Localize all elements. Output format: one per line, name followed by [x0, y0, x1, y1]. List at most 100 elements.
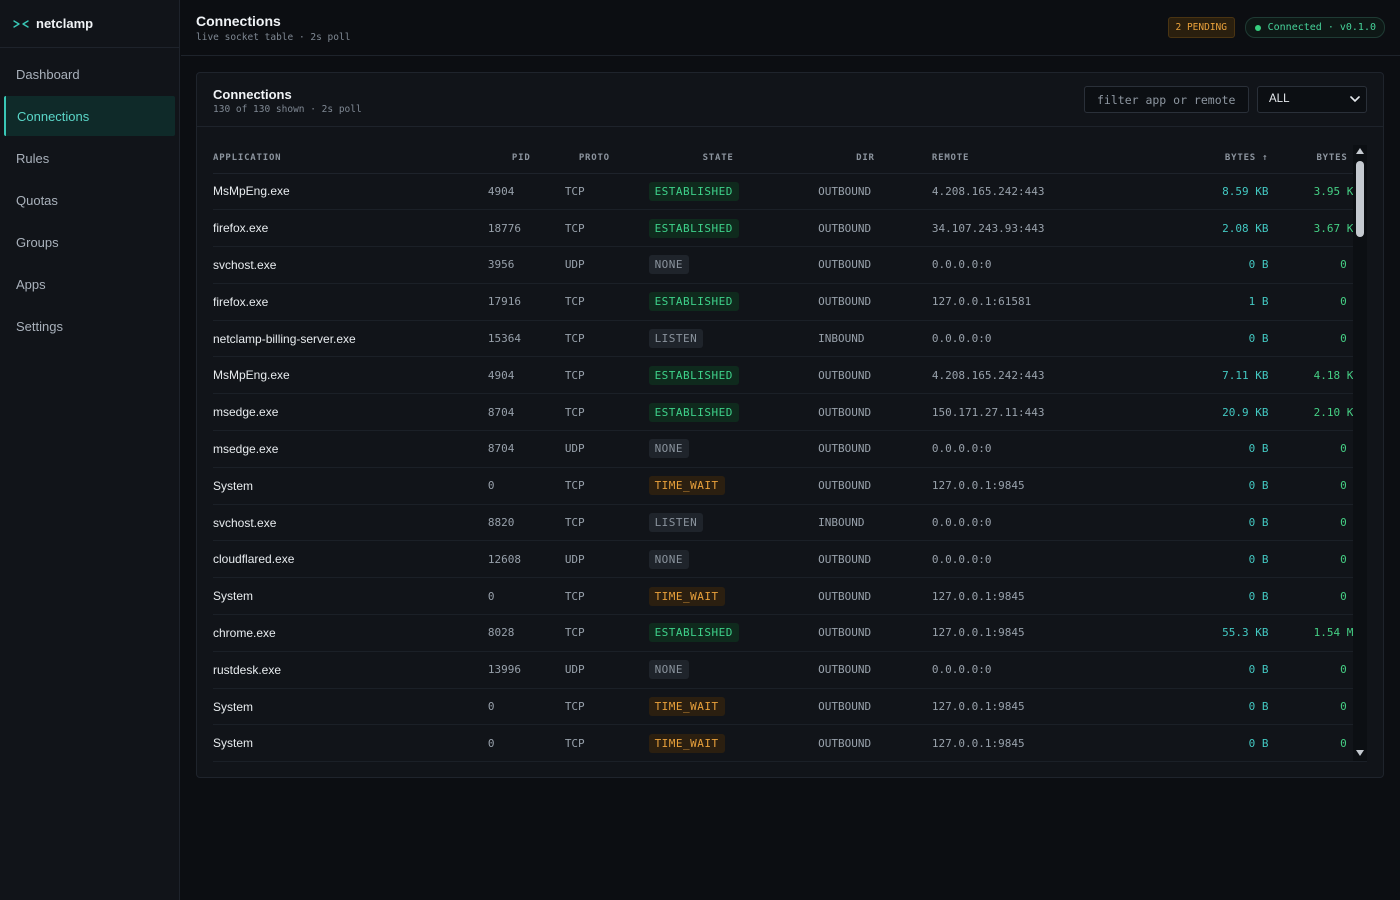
direction-select-value: ALL: [1269, 93, 1290, 105]
scroll-up-icon[interactable]: [1355, 147, 1365, 155]
cell-dir: OUTBOUND: [816, 651, 927, 689]
cell-proto: TCP: [564, 724, 635, 763]
state-badge: ESTABLISHED: [648, 365, 739, 385]
cell-application: svchost.exe: [213, 504, 488, 542]
cell-proto: TCP: [564, 504, 635, 542]
cell-bytes-in: 0 B: [1132, 688, 1269, 726]
col-proto[interactable]: PROTO: [564, 143, 635, 174]
table-row[interactable]: System 0 TCP TIME_WAIT OUTBOUND 127.0.0.1:984…: [213, 724, 1367, 763]
state-badge: NONE: [648, 549, 690, 569]
state-badge: TIME_WAIT: [648, 733, 725, 753]
cell-application: MsMpEng.exe: [213, 173, 488, 211]
cell-state: TIME_WAIT: [634, 467, 817, 505]
cell-bytes-in: 0 B: [1132, 540, 1269, 579]
col-remote[interactable]: REMOTE: [926, 143, 1133, 174]
table-row[interactable]: cloudflared.exe 12608 UDP NONE OUTBOUND 0.0.0…: [213, 540, 1367, 579]
state-badge: ESTABLISHED: [648, 218, 739, 238]
cell-proto: TCP: [564, 688, 635, 726]
cell-proto: UDP: [564, 540, 635, 579]
col-dir[interactable]: DIR: [816, 143, 927, 174]
table-row[interactable]: svchost.exe 8820 TCP LISTEN INBOUND 0.0.0.0:0…: [213, 504, 1367, 542]
col-state[interactable]: STATE: [634, 143, 817, 174]
cell-remote: 127.0.0.1:9845: [926, 577, 1133, 616]
table-row[interactable]: msedge.exe 8704 TCP ESTABLISHED OUTBOUND 150.…: [213, 393, 1367, 432]
cell-remote: 127.0.0.1:9845: [926, 724, 1133, 763]
table-row[interactable]: MsMpEng.exe 4904 TCP ESTABLISHED OUTBOUND 4.2…: [213, 356, 1367, 395]
cell-bytes-in: 0 B: [1132, 504, 1269, 542]
cell-remote: 4.208.165.242:443: [926, 356, 1133, 395]
cell-state: ESTABLISHED: [634, 209, 817, 248]
state-badge: ESTABLISHED: [648, 292, 739, 312]
table-row[interactable]: firefox.exe 17916 TCP ESTABLISHED OUTBOUND 12…: [213, 283, 1367, 321]
sidebar-item-apps[interactable]: Apps: [4, 264, 175, 304]
table-row[interactable]: MsMpEng.exe 4904 TCP ESTABLISHED OUTBOUND 4.2…: [213, 173, 1367, 211]
cell-dir: OUTBOUND: [816, 173, 927, 211]
cell-proto: TCP: [564, 577, 635, 616]
connections-table-wrap: APPLICATION PID PROTO STATE DIR REMOTE B…: [197, 143, 1367, 763]
cell-proto: UDP: [564, 651, 635, 689]
cell-pid: 0: [487, 724, 565, 763]
brand-name: netclamp: [36, 16, 94, 31]
cell-state: ESTABLISHED: [634, 173, 817, 211]
table-row[interactable]: rustdesk.exe 13996 UDP NONE OUTBOUND 0.0.0.0:…: [213, 651, 1367, 689]
state-badge: NONE: [648, 255, 690, 275]
table-row[interactable]: System 0 TCP TIME_WAIT OUTBOUND 127.0.0.1:984…: [213, 577, 1367, 616]
state-badge: TIME_WAIT: [648, 697, 725, 717]
sidebar-item-groups[interactable]: Groups: [4, 222, 175, 262]
col-application[interactable]: APPLICATION: [213, 143, 488, 174]
cell-proto: TCP: [564, 320, 635, 358]
sidebar-item-connections[interactable]: Connections: [4, 96, 175, 136]
state-badge: NONE: [648, 439, 690, 459]
sidebar-nav: Dashboard Connections Rules Quotas Groups App…: [0, 48, 179, 346]
cell-pid: 15364: [487, 320, 565, 358]
pending-badge[interactable]: 2 PENDING: [1167, 17, 1235, 38]
chevron-down-icon: [1350, 96, 1360, 103]
cell-bytes-in: 0 B: [1132, 651, 1269, 689]
scrollbar-thumb[interactable]: [1356, 161, 1364, 237]
col-bytes-in[interactable]: BYTES ↑: [1132, 143, 1269, 174]
cell-dir: OUTBOUND: [816, 393, 927, 432]
sidebar-item-rules[interactable]: Rules: [4, 138, 175, 178]
sidebar-item-settings[interactable]: Settings: [4, 306, 175, 346]
cell-proto: UDP: [564, 430, 635, 468]
scroll-down-icon[interactable]: [1355, 749, 1365, 757]
cell-pid: 0: [487, 688, 565, 726]
cell-application: System: [213, 724, 488, 763]
cell-state: ESTABLISHED: [634, 356, 817, 395]
brand[interactable]: netclamp: [0, 0, 179, 48]
cell-remote: 34.107.243.93:443: [926, 209, 1133, 248]
connection-status-text: Connected · v0.1.0: [1267, 22, 1376, 33]
cell-bytes-in: 1 B: [1132, 283, 1269, 321]
cell-state: NONE: [634, 246, 817, 284]
panel-header: Connections 130 of 130 shown · 2s poll A…: [197, 73, 1383, 127]
cell-proto: UDP: [564, 246, 635, 284]
state-badge: TIME_WAIT: [648, 476, 725, 496]
cell-remote: 127.0.0.1:9845: [926, 688, 1133, 726]
col-pid[interactable]: PID: [487, 143, 565, 174]
table-row[interactable]: firefox.exe 18776 TCP ESTABLISHED OUTBOUND 34…: [213, 209, 1367, 248]
cell-proto: TCP: [564, 356, 635, 395]
cell-bytes-in: 0 B: [1132, 430, 1269, 468]
cell-remote: 0.0.0.0:0: [926, 320, 1133, 358]
cell-application: MsMpEng.exe: [213, 356, 488, 395]
page-header: Connections live socket table · 2s poll …: [181, 0, 1400, 56]
table-row[interactable]: System 0 TCP TIME_WAIT OUTBOUND 127.0.0.1:984…: [213, 467, 1367, 505]
sidebar-item-dashboard[interactable]: Dashboard: [4, 54, 175, 94]
cell-bytes-in: 55.3 KB: [1132, 614, 1269, 652]
table-row[interactable]: System 0 TCP TIME_WAIT OUTBOUND 127.0.0.1:984…: [213, 688, 1367, 726]
table-row[interactable]: netclamp-billing-server.exe 15364 TCP LISTE…: [213, 320, 1367, 358]
table-scrollbar[interactable]: [1353, 145, 1367, 761]
cell-pid: 8028: [487, 614, 565, 652]
table-row[interactable]: svchost.exe 3956 UDP NONE OUTBOUND 0.0.0.0:0 0…: [213, 246, 1367, 284]
table-row[interactable]: msedge.exe 8704 UDP NONE OUTBOUND 0.0.0.0:0 0 …: [213, 430, 1367, 468]
cell-bytes-in: 0 B: [1132, 577, 1269, 616]
direction-select[interactable]: ALL: [1257, 86, 1367, 113]
cell-bytes-in: 0 B: [1132, 320, 1269, 358]
cell-pid: 13996: [487, 651, 565, 689]
cell-pid: 0: [487, 467, 565, 505]
state-badge: LISTEN: [648, 329, 704, 349]
filter-input[interactable]: [1084, 86, 1249, 113]
sidebar-item-quotas[interactable]: Quotas: [4, 180, 175, 220]
table-row[interactable]: chrome.exe 8028 TCP ESTABLISHED OUTBOUND 127.…: [213, 614, 1367, 652]
state-badge: ESTABLISHED: [648, 181, 739, 201]
